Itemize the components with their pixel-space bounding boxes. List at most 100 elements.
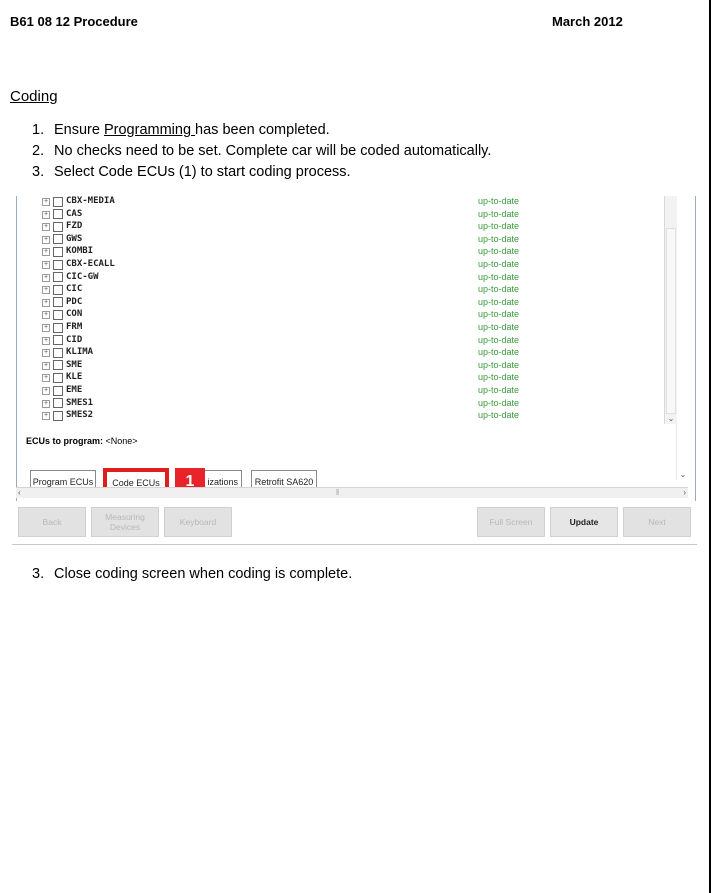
ecu-status: up-to-date	[478, 397, 520, 408]
ecu-checkbox[interactable]	[53, 196, 63, 207]
ecu-checkbox[interactable]	[53, 372, 63, 383]
full-screen-button[interactable]: Full Screen	[477, 507, 545, 537]
measuring-devices-button[interactable]: Measuring Devices	[91, 507, 159, 537]
back-button[interactable]: Back	[18, 507, 86, 537]
expand-icon[interactable]: +	[42, 235, 50, 244]
ecus-to-program-label: ECUs to program:	[26, 436, 104, 446]
scroll-down-icon[interactable]: ⌄	[665, 414, 677, 424]
divider	[12, 544, 697, 545]
ecu-status: up-to-date	[478, 322, 520, 332]
ecu-name: SME	[66, 359, 83, 370]
ecu-row[interactable]: + CON up-to-date	[42, 308, 682, 321]
expand-icon[interactable]: +	[42, 311, 50, 320]
ecu-row[interactable]: + PDC up-to-date	[42, 296, 682, 309]
ecu-checkbox[interactable]	[53, 398, 63, 409]
ecu-status: up-to-date	[478, 284, 520, 295]
ecu-checkbox[interactable]	[53, 234, 63, 245]
ecu-name: CBX-MEDIA	[66, 196, 115, 206]
ecu-name: FZD	[66, 221, 83, 232]
expand-icon[interactable]: +	[42, 248, 50, 257]
ecu-name: KLE	[66, 372, 83, 383]
ecu-name: FRM	[66, 322, 83, 332]
expand-icon[interactable]: +	[42, 324, 50, 332]
ecu-name: SMES1	[66, 397, 94, 408]
ecu-status: up-to-date	[478, 233, 520, 244]
ecu-status: up-to-date	[478, 246, 520, 257]
expand-icon[interactable]: +	[42, 198, 50, 206]
ecu-row[interactable]: + KOMBI up-to-date	[42, 245, 682, 258]
coding-screenshot: + CBX-MEDIA up-to-date + CAS up-to-date + FZD up…	[12, 196, 697, 544]
expand-icon[interactable]: +	[42, 223, 50, 232]
horizontal-scrollbar[interactable]: ‹ ⦀ ›	[16, 487, 688, 498]
step-2: 2. No checks need to be set. Complete car…	[32, 141, 491, 162]
ecu-row[interactable]: + GWS up-to-date	[42, 233, 682, 246]
expand-icon[interactable]: +	[42, 399, 50, 408]
ecu-row[interactable]: + CAS up-to-date	[42, 208, 682, 221]
expand-icon[interactable]: +	[42, 273, 50, 282]
expand-icon[interactable]: +	[42, 412, 50, 421]
vertical-scrollbar[interactable]: ⌄	[664, 196, 677, 424]
expand-icon[interactable]: +	[42, 261, 50, 269]
ecu-checkbox[interactable]	[53, 347, 63, 358]
ecu-checkbox[interactable]	[53, 246, 63, 257]
ecu-row[interactable]: + CBX-MEDIA up-to-date	[42, 195, 682, 208]
scroll-right-icon[interactable]: ›	[683, 488, 686, 498]
ecu-checkbox[interactable]	[53, 284, 63, 295]
step-number: 3.	[32, 164, 45, 180]
ecu-name: KLIMA	[66, 347, 94, 358]
ecu-checkbox[interactable]	[53, 209, 63, 220]
ecu-checkbox[interactable]	[53, 385, 63, 396]
ecu-checkbox[interactable]	[53, 309, 63, 320]
expand-icon[interactable]: +	[42, 361, 50, 370]
expand-icon[interactable]: +	[42, 374, 50, 383]
expand-icon[interactable]: +	[42, 210, 50, 219]
scroll-grip-icon[interactable]: ⦀	[336, 488, 340, 498]
ecu-row[interactable]: + SMES1 up-to-date	[42, 397, 682, 410]
expand-icon[interactable]: +	[42, 349, 50, 358]
ecu-row[interactable]: + KLE up-to-date	[42, 371, 682, 384]
ecu-row[interactable]: + EME up-to-date	[42, 384, 682, 397]
ecu-checkbox[interactable]	[53, 360, 63, 371]
ecu-name: KOMBI	[66, 246, 94, 257]
ecu-name: CIC	[66, 284, 83, 295]
scroll-left-icon[interactable]: ‹	[18, 488, 21, 498]
expand-icon[interactable]: +	[42, 286, 50, 295]
ecu-row[interactable]: + CIC-GW up-to-date	[42, 271, 682, 284]
ecu-checkbox[interactable]	[53, 410, 63, 421]
ecu-checkbox[interactable]	[53, 272, 63, 283]
ecu-status: up-to-date	[478, 259, 520, 269]
ecu-row[interactable]: + SME up-to-date	[42, 359, 682, 372]
ecu-name: CID	[66, 334, 83, 345]
outer-vertical-scrollbar[interactable]: ⌄	[676, 424, 689, 480]
ecu-row[interactable]: + CBX-ECALL up-to-date	[42, 258, 682, 271]
ecu-status: up-to-date	[478, 221, 520, 232]
update-button[interactable]: Update	[550, 507, 618, 537]
ecu-status: up-to-date	[478, 359, 520, 370]
ecu-row[interactable]: + KLIMA up-to-date	[42, 346, 682, 359]
ecu-row[interactable]: + CIC up-to-date	[42, 283, 682, 296]
keyboard-button[interactable]: Keyboard	[164, 507, 232, 537]
scrollbar-thumb[interactable]	[666, 228, 676, 414]
programming-link[interactable]: Programming	[104, 122, 195, 138]
expand-icon[interactable]: +	[42, 336, 50, 345]
expand-icon[interactable]: +	[42, 298, 50, 307]
ecu-checkbox[interactable]	[53, 221, 63, 232]
expand-icon[interactable]: +	[42, 387, 50, 395]
step-text: No checks need to be set. Complete car w…	[54, 143, 492, 159]
ecu-checkbox[interactable]	[53, 259, 63, 270]
ecu-row[interactable]: + FRM up-to-date	[42, 321, 682, 334]
ecu-checkbox[interactable]	[53, 335, 63, 346]
ecu-row[interactable]: + SMES2 up-to-date	[42, 409, 682, 422]
step-text: Select Code ECUs (1) to start coding pro…	[54, 164, 351, 180]
step-number: 3.	[32, 566, 45, 582]
ecu-row[interactable]: + FZD up-to-date	[42, 220, 682, 233]
step-text: Close coding screen when coding is compl…	[54, 566, 353, 582]
next-button[interactable]: Next	[623, 507, 691, 537]
ecu-status: up-to-date	[478, 347, 520, 358]
page-right-border	[709, 0, 711, 893]
scroll-down-icon[interactable]: ⌄	[677, 470, 689, 480]
ecu-checkbox[interactable]	[53, 322, 63, 333]
ecu-row[interactable]: + CID up-to-date	[42, 334, 682, 347]
step-number: 2.	[32, 143, 45, 159]
ecu-checkbox[interactable]	[53, 297, 63, 308]
